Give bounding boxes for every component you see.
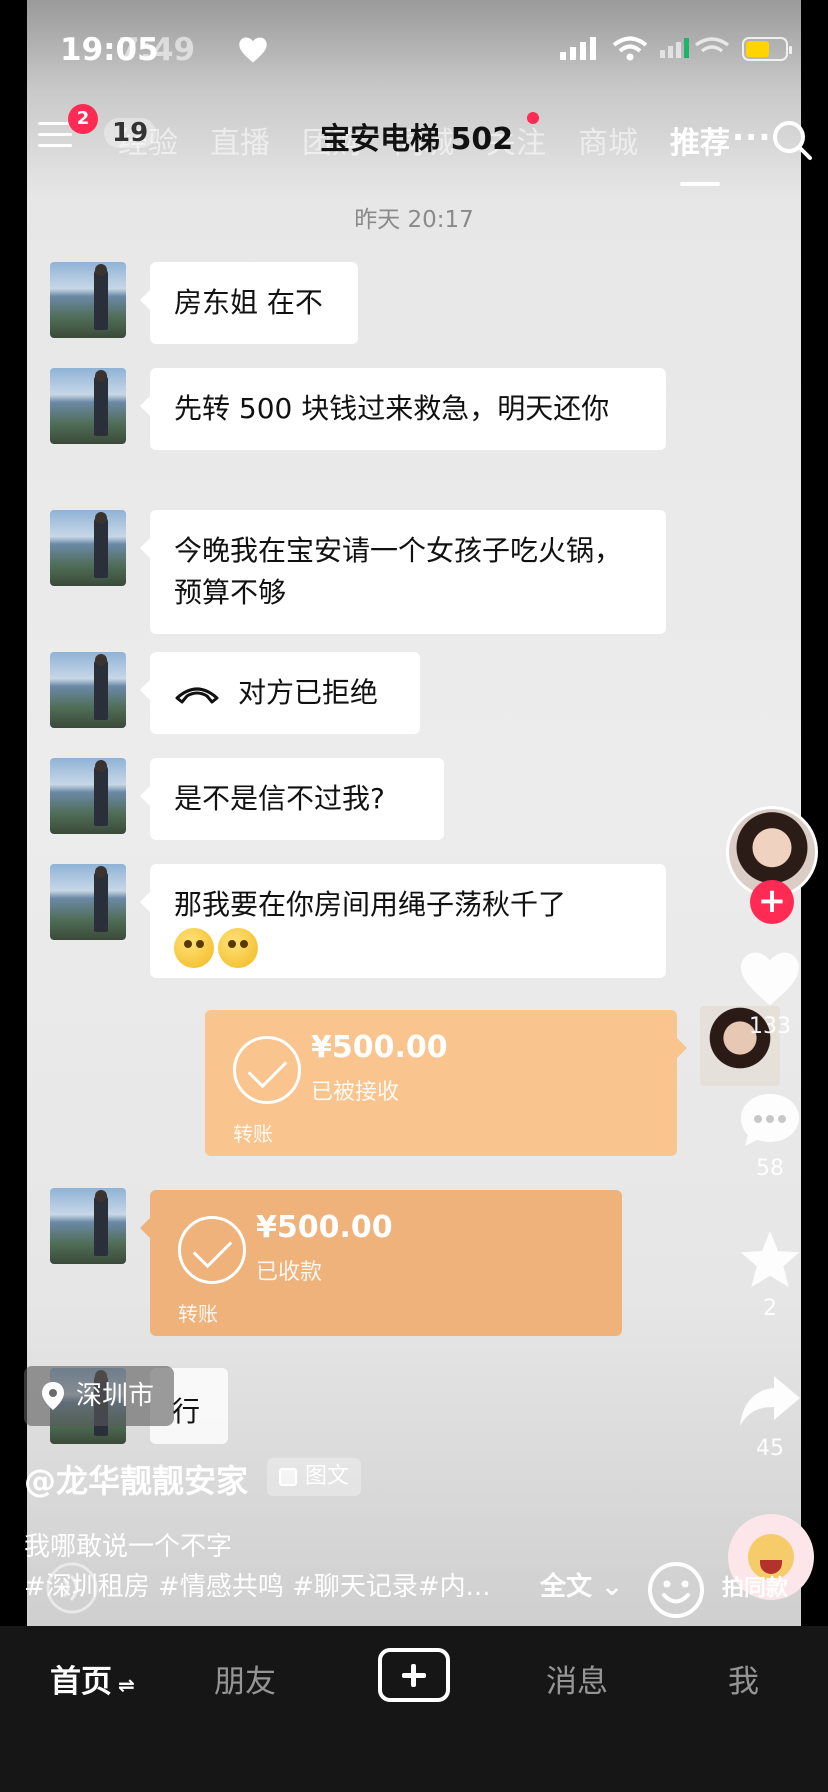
chevron-down-icon: ⌄ xyxy=(601,1572,623,1602)
transfer-card-sent[interactable]: ¥500.00 已被接收 转账 xyxy=(205,1010,687,1156)
message-bubble: 今晚我在宝安请一个女孩子吃火锅，预算不够 xyxy=(140,510,666,634)
full-text-label: 全文 xyxy=(540,1572,593,1602)
status-bar: 19:05 7:49 xyxy=(60,30,792,70)
favorite-count: 2 xyxy=(763,1296,777,1321)
location-text: 深圳市 xyxy=(76,1381,155,1411)
screen-frame: 19:05 7:49 2 经验 直播 团购 同城 关注 商城 推荐 19 宝安电… xyxy=(0,0,828,1792)
check-circle-icon xyxy=(178,1216,246,1284)
battery-icon xyxy=(742,37,792,61)
location-pin-icon xyxy=(42,1382,64,1410)
transfer-card-received[interactable]: ¥500.00 已收款 转账 xyxy=(140,1190,622,1336)
thinking-emoji-icon xyxy=(218,928,258,968)
share-count: 45 xyxy=(756,1436,784,1461)
notification-badge: 2 xyxy=(68,104,98,134)
comment-icon xyxy=(741,1094,799,1146)
call-record-bubble: 对方已拒绝 xyxy=(140,652,420,734)
wifi-icon xyxy=(612,36,648,61)
sender-avatar xyxy=(50,1188,126,1264)
author-name[interactable]: @龙华靓靓安家 xyxy=(24,1456,248,1502)
thinking-emoji-icon xyxy=(174,928,214,968)
heart-icon xyxy=(239,37,267,63)
voice-icon[interactable] xyxy=(44,1560,100,1616)
sender-avatar xyxy=(50,652,126,728)
sender-avatar xyxy=(50,864,126,940)
same-style-label[interactable]: 拍同款 xyxy=(722,1570,788,1602)
message-bubble: 是不是信不过我? xyxy=(140,758,444,840)
sender-avatar xyxy=(50,758,126,834)
signal-icon xyxy=(560,37,596,60)
menu-button[interactable] xyxy=(38,122,72,152)
share-button[interactable]: 45 xyxy=(730,1372,810,1461)
status-time-overlay: 7:49 xyxy=(118,32,196,68)
emoji-row xyxy=(174,926,642,968)
location-tag[interactable]: 深圳市 xyxy=(24,1366,175,1426)
post-type-text: 图文 xyxy=(305,1464,350,1489)
top-nav: 2 经验 直播 团购 同城 关注 商城 推荐 19 宝安电梯 502 ··· xyxy=(30,104,814,186)
transfer-label: 转账 xyxy=(233,1122,273,1146)
check-circle-icon xyxy=(233,1036,301,1104)
transfer-status: 已收款 xyxy=(256,1260,323,1285)
message-bubble: 先转 500 块钱过来救急，明天还你 xyxy=(140,368,666,450)
transfer-status: 已被接收 xyxy=(311,1080,400,1105)
like-button[interactable]: 133 xyxy=(730,950,810,1039)
tab-home-label: 首页 xyxy=(50,1664,112,1700)
follow-button[interactable]: + xyxy=(750,880,794,924)
signal-wifi-ghost-icon xyxy=(660,37,730,58)
like-count: 133 xyxy=(749,1014,791,1039)
refresh-icon: ⇌ xyxy=(118,1673,135,1697)
sender-avatar xyxy=(50,368,126,444)
tab-me[interactable]: 我 xyxy=(728,1656,759,1701)
phone-hangup-icon xyxy=(175,687,219,704)
tab-messages[interactable]: 消息 xyxy=(546,1656,608,1701)
message-text: 那我要在你房间用绳子荡秋千了 xyxy=(174,888,567,921)
unread-count: 19 xyxy=(104,118,157,148)
search-icon[interactable] xyxy=(770,118,814,162)
tab-live[interactable]: 直播 xyxy=(194,118,286,162)
transfer-label: 转账 xyxy=(178,1302,218,1326)
status-time: 19:05 7:49 xyxy=(60,32,195,68)
image-post-icon xyxy=(279,1468,297,1486)
sender-avatar xyxy=(50,262,126,338)
call-record-text: 对方已拒绝 xyxy=(238,676,379,709)
share-arrow-icon xyxy=(740,1376,800,1426)
emoji-smile-icon[interactable] xyxy=(646,1560,706,1620)
chat-title: 宝安电梯 502 xyxy=(320,122,514,157)
comment-button[interactable]: 58 xyxy=(730,1090,810,1181)
status-right xyxy=(560,36,792,62)
tab-home[interactable]: 首页 ⇌ xyxy=(50,1656,135,1701)
create-post-button[interactable] xyxy=(378,1648,450,1702)
message-bubble: 那我要在你房间用绳子荡秋千了 xyxy=(140,864,666,978)
transfer-amount: ¥500.00 xyxy=(256,1210,393,1245)
expand-full-text[interactable]: 全文 ⌄ xyxy=(540,1566,623,1603)
message-bubble: 房东姐 在不 xyxy=(140,262,358,344)
tab-friends[interactable]: 朋友 xyxy=(214,1656,276,1701)
sender-avatar xyxy=(50,510,126,586)
star-icon xyxy=(740,1231,800,1287)
post-caption: 我哪敢说一个不字 xyxy=(24,1532,233,1562)
comment-count: 58 xyxy=(756,1156,784,1181)
red-dot-indicator xyxy=(527,112,539,124)
transfer-amount: ¥500.00 xyxy=(311,1030,448,1065)
favorite-button[interactable]: 2 xyxy=(730,1228,810,1321)
chat-timestamp: 昨天 20:17 xyxy=(354,207,474,233)
more-icon[interactable]: ··· xyxy=(732,118,771,156)
like-heart-icon xyxy=(741,952,799,1006)
bottom-tab-bar: 首页 ⇌ 朋友 消息 我 xyxy=(0,1626,828,1792)
tab-mall[interactable]: 商城 xyxy=(562,118,654,162)
post-type-tag: 图文 xyxy=(267,1458,362,1496)
